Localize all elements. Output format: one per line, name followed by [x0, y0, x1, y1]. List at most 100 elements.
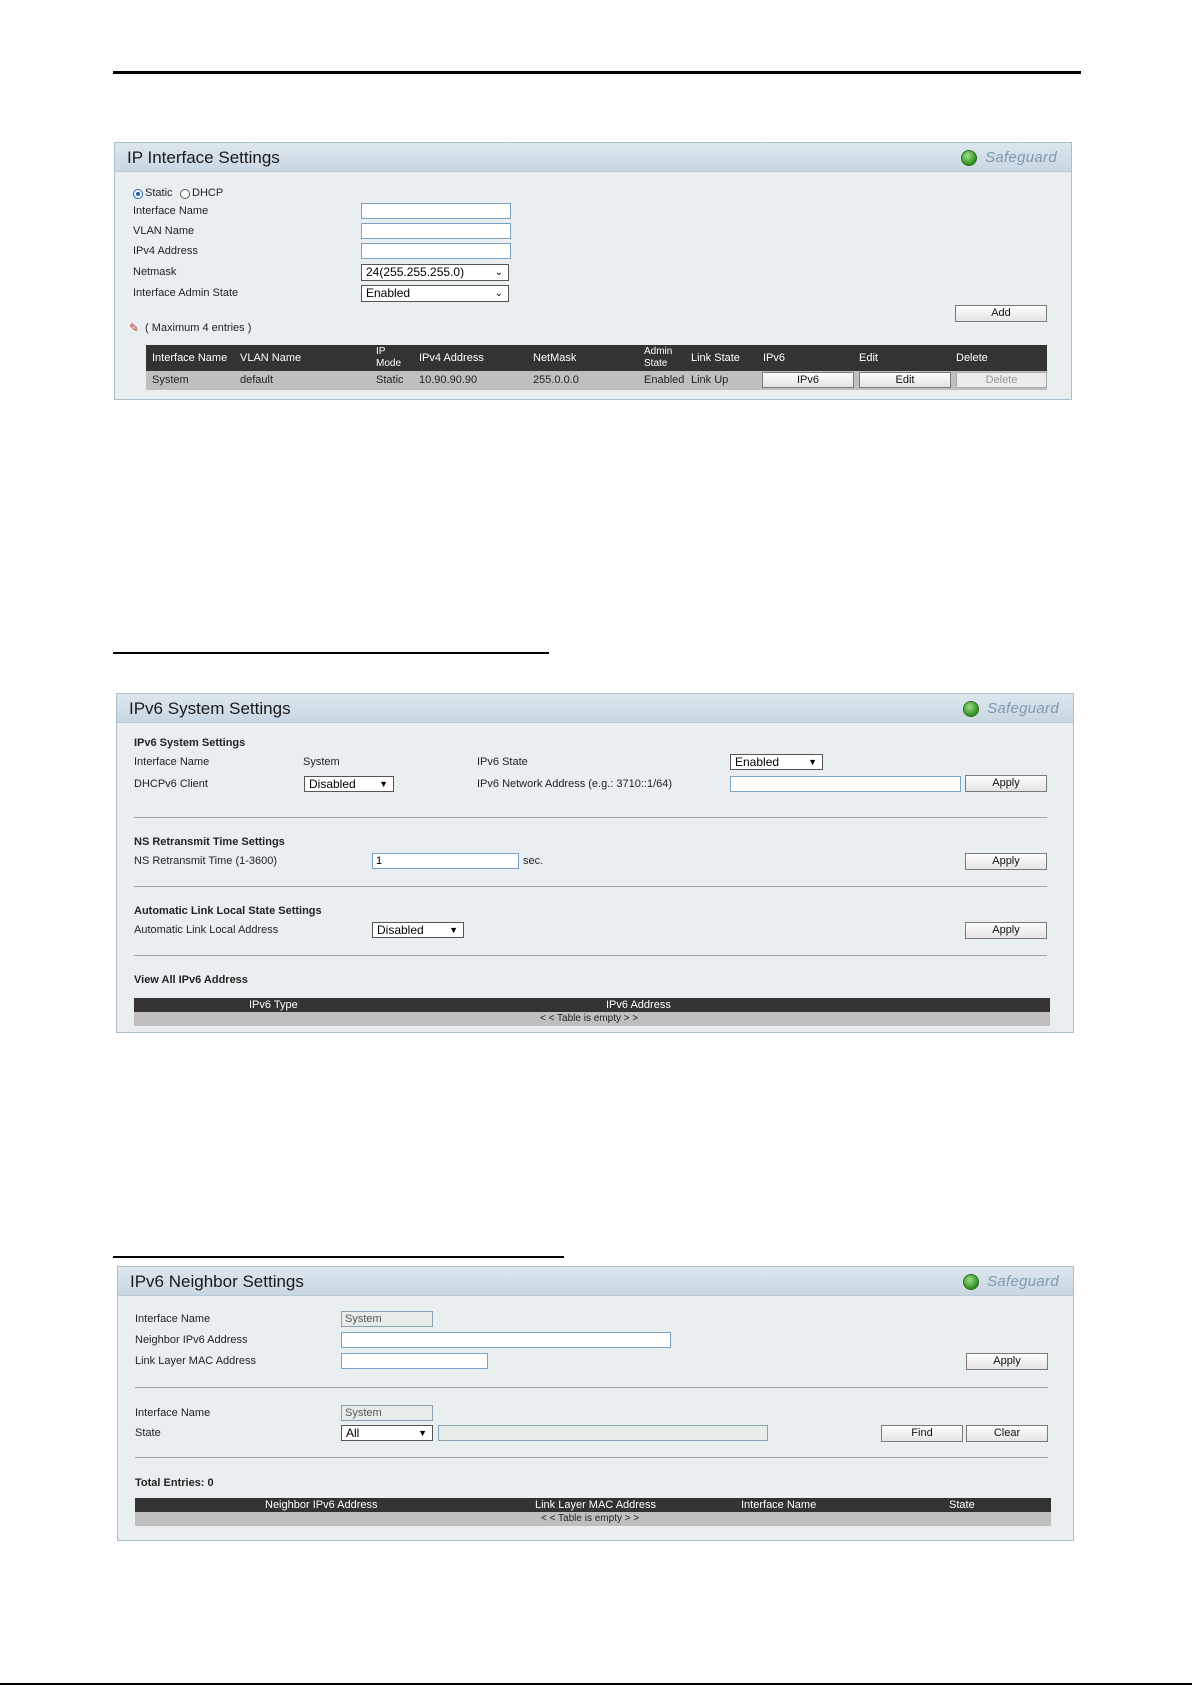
- apply-button[interactable]: Apply: [965, 853, 1047, 870]
- pencil-icon: ✎: [129, 321, 140, 335]
- ipv6-system-panel: IPv6 System Settings Safeguard IPv6 Syst…: [116, 693, 1074, 1033]
- cell-vlan-name: default: [240, 374, 274, 386]
- divider: [134, 817, 1047, 818]
- apply-button[interactable]: Apply: [966, 1353, 1048, 1370]
- triangle-down-icon: ▼: [808, 757, 817, 767]
- safeguard-status-icon: [963, 700, 980, 717]
- col-ipv4-address: IPv4 Address: [419, 352, 484, 364]
- col-ip-mode-line2: Mode: [376, 358, 402, 369]
- dhcpv6-value: Disabled: [309, 777, 356, 791]
- col-mac-address: Link Layer MAC Address: [535, 1499, 657, 1511]
- dhcp-radio[interactable]: [180, 189, 190, 199]
- state-value: All: [346, 1426, 360, 1440]
- total-entries: Total Entries: 0: [135, 1477, 214, 1489]
- netmask-select[interactable]: 24(255.255.255.0) ⌄: [361, 264, 509, 281]
- safeguard-indicator: Safeguard: [963, 700, 1059, 717]
- admin-state-value: Enabled: [366, 286, 411, 300]
- section-view-all-ipv6: View All IPv6 Address: [134, 974, 248, 986]
- cell-ipv4: 10.90.90.90: [419, 374, 478, 386]
- max-entries-note: ( Maximum 4 entries ): [145, 322, 252, 334]
- panel-title: IPv6 System Settings: [129, 699, 291, 718]
- interface-name-label: Interface Name: [133, 205, 209, 217]
- admin-state-select[interactable]: Enabled ⌄: [361, 285, 509, 302]
- apply-button[interactable]: Apply: [965, 775, 1047, 792]
- dhcpv6-select[interactable]: Disabled ▼: [304, 776, 394, 792]
- col-link-state: Link State: [691, 352, 740, 364]
- col-interface-name: Interface Name: [741, 1499, 817, 1511]
- col-admin-line1: Admin: [644, 346, 673, 357]
- neighbor-ipv6-label: Neighbor IPv6 Address: [135, 1334, 248, 1346]
- panel-header: IP Interface Settings Safeguard: [115, 143, 1071, 172]
- ipv6-button[interactable]: IPv6: [762, 372, 854, 388]
- triangle-down-icon: ▼: [418, 1428, 427, 1438]
- col-neighbor-ipv6: Neighbor IPv6 Address: [265, 1499, 378, 1511]
- state-filter-input: [438, 1425, 768, 1441]
- col-admin-line2: State: [644, 358, 668, 369]
- neighbor-table-header: Neighbor IPv6 Address Link Layer MAC Add…: [135, 1498, 1051, 1512]
- safeguard-indicator: Safeguard: [963, 1273, 1059, 1290]
- ipv6-address-table-header: IPv6 Type IPv6 Address: [134, 998, 1050, 1012]
- col-ipv6-address: IPv6 Address: [606, 999, 671, 1011]
- divider: [135, 1387, 1048, 1388]
- interface-name-label: Interface Name: [135, 1407, 211, 1419]
- divider: [135, 1457, 1048, 1458]
- cell-ip-mode: Static: [376, 374, 404, 386]
- ipv6-state-value: Enabled: [735, 755, 780, 769]
- col-ipv6: IPv6: [763, 352, 786, 364]
- dhcp-radio-label: DHCP: [192, 187, 224, 199]
- clear-button[interactable]: Clear: [966, 1425, 1048, 1442]
- state-select[interactable]: All ▼: [341, 1425, 433, 1441]
- add-button[interactable]: Add: [955, 305, 1047, 322]
- mac-address-input[interactable]: [341, 1353, 488, 1369]
- interface-name-input[interactable]: [361, 203, 511, 219]
- table-empty-row: < < Table is empty > >: [134, 1012, 1050, 1026]
- ipv4-address-label: IPv4 Address: [133, 245, 198, 257]
- table-empty-row: < < Table is empty > >: [135, 1512, 1051, 1526]
- apply-button[interactable]: Apply: [965, 922, 1047, 939]
- section-rule-2: [113, 1256, 564, 1258]
- auto-link-local-value: Disabled: [377, 923, 424, 937]
- ipv4-address-input[interactable]: [361, 243, 511, 259]
- safeguard-label: Safeguard: [987, 700, 1059, 717]
- interface-name-value: System: [303, 756, 340, 768]
- delete-button[interactable]: Delete: [956, 372, 1047, 388]
- chevron-down-icon: ⌄: [494, 288, 503, 299]
- find-button[interactable]: Find: [881, 1425, 963, 1442]
- col-state: State: [949, 1499, 975, 1511]
- interface-name-field: System: [341, 1311, 433, 1327]
- edit-button[interactable]: Edit: [859, 372, 951, 388]
- section-rule-1: [113, 652, 549, 654]
- cell-interface-name: System: [152, 374, 189, 386]
- ip-interface-panel: IP Interface Settings Safeguard Static D…: [114, 142, 1072, 400]
- ipv6-state-label: IPv6 State: [477, 756, 528, 768]
- ipv6-neighbor-panel: IPv6 Neighbor Settings Safeguard Interfa…: [117, 1266, 1074, 1541]
- cell-netmask: 255.0.0.0: [533, 374, 579, 386]
- chevron-down-icon: ⌄: [494, 267, 503, 278]
- triangle-down-icon: ▼: [379, 779, 388, 789]
- static-radio[interactable]: [133, 189, 143, 199]
- vlan-name-input[interactable]: [361, 223, 511, 239]
- network-address-input[interactable]: [730, 776, 961, 792]
- col-delete: Delete: [956, 352, 988, 364]
- panel-title: IP Interface Settings: [127, 148, 280, 167]
- divider: [134, 886, 1047, 887]
- ns-retransmit-label: NS Retransmit Time (1-3600): [134, 855, 278, 867]
- panel-title: IPv6 Neighbor Settings: [130, 1272, 304, 1291]
- ns-retransmit-input[interactable]: 1: [372, 853, 519, 869]
- col-vlan-name: VLAN Name: [240, 352, 302, 364]
- safeguard-label: Safeguard: [985, 149, 1057, 166]
- neighbor-ipv6-input[interactable]: [341, 1332, 671, 1348]
- state-label: State: [135, 1427, 161, 1439]
- auto-link-local-select[interactable]: Disabled ▼: [372, 922, 464, 938]
- ns-retransmit-unit: sec.: [523, 855, 544, 867]
- ipv6-state-select[interactable]: Enabled ▼: [730, 754, 823, 770]
- network-address-label: IPv6 Network Address (e.g.: 3710::1/64): [477, 778, 673, 790]
- top-rule: [113, 71, 1081, 74]
- col-interface-name: Interface Name: [152, 352, 228, 364]
- auto-link-local-label: Automatic Link Local Address: [134, 924, 279, 936]
- admin-state-label: Interface Admin State: [133, 287, 239, 299]
- section-ipv6-system: IPv6 System Settings: [134, 737, 246, 749]
- panel-header: IPv6 Neighbor Settings Safeguard: [118, 1267, 1073, 1296]
- table-empty-text: < < Table is empty > >: [540, 1013, 639, 1024]
- interface-name-label: Interface Name: [135, 1313, 211, 1325]
